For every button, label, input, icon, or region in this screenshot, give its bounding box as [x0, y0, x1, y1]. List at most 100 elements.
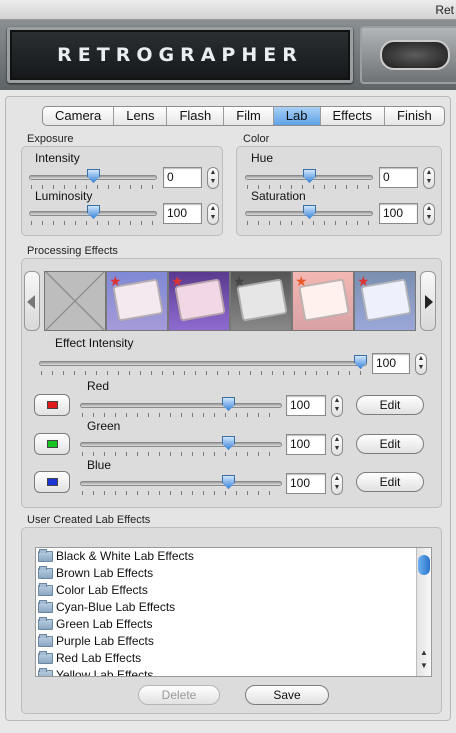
user-effects-list[interactable]: Black & White Lab Effects Brown Lab Effe…	[35, 547, 432, 677]
slider-ticks	[82, 452, 280, 456]
blue-swatch	[47, 478, 58, 486]
list-item[interactable]: Purple Lab Effects	[36, 633, 431, 650]
tab-flash[interactable]: Flash	[167, 107, 225, 125]
tab-finish[interactable]: Finish	[385, 107, 444, 125]
folder-icon	[38, 549, 53, 562]
effect-thumbnail[interactable]: ★	[292, 271, 354, 331]
green-edit-button[interactable]: Edit	[356, 434, 424, 454]
effect-thumbnail[interactable]: ★	[354, 271, 416, 331]
effect-thumbnail[interactable]: ★	[106, 271, 168, 331]
tab-camera[interactable]: Camera	[43, 107, 115, 125]
green-label: Green	[87, 419, 121, 433]
luminosity-field[interactable]: 100	[163, 203, 202, 224]
slider-knob[interactable]	[303, 169, 316, 183]
blue-label: Blue	[87, 458, 112, 472]
green-swatch	[47, 440, 58, 448]
processing-group-label: Processing Effects	[27, 245, 118, 257]
intensity-stepper[interactable]: ▲ ▼	[207, 167, 219, 189]
slider-ticks	[247, 221, 371, 225]
blue-field[interactable]: 100	[286, 473, 326, 494]
blue-slider[interactable]	[80, 475, 282, 498]
blue-stepper[interactable]: ▲ ▼	[331, 473, 343, 495]
slider-knob[interactable]	[222, 475, 235, 489]
camera-icon	[360, 26, 456, 84]
slider-knob[interactable]	[303, 205, 316, 219]
blue-color-button[interactable]	[34, 471, 70, 493]
list-item[interactable]: Cyan-Blue Lab Effects	[36, 599, 431, 616]
green-field[interactable]: 100	[286, 434, 326, 455]
scroll-up-icon[interactable]: ▲	[419, 648, 429, 657]
list-item[interactable]: Brown Lab Effects	[36, 565, 431, 582]
slider-knob[interactable]	[222, 436, 235, 450]
list-item[interactable]: Black & White Lab Effects	[36, 548, 431, 565]
hue-stepper[interactable]: ▲ ▼	[423, 167, 435, 189]
red-edit-button[interactable]: Edit	[356, 395, 424, 415]
folder-icon	[38, 617, 53, 630]
save-button[interactable]: Save	[245, 685, 329, 705]
green-slider[interactable]	[80, 436, 282, 459]
luminosity-label: Luminosity	[35, 189, 93, 203]
scroll-right-button[interactable]	[420, 271, 436, 331]
slider-track	[80, 403, 282, 408]
app-banner: RETROGRAPHER	[0, 20, 456, 90]
hue-label: Hue	[251, 151, 274, 165]
green-color-button[interactable]	[34, 433, 70, 455]
luminosity-slider[interactable]	[29, 205, 157, 228]
list-item[interactable]: Yellow Lab Effects	[36, 667, 431, 676]
slider-ticks	[82, 491, 280, 495]
star-icon: ★	[295, 273, 308, 289]
effect-intensity-stepper[interactable]: ▲ ▼	[415, 353, 427, 375]
hue-field[interactable]: 0	[379, 167, 418, 188]
slider-knob[interactable]	[222, 397, 235, 411]
intensity-field[interactable]: 0	[163, 167, 202, 188]
red-stepper[interactable]: ▲ ▼	[331, 395, 343, 417]
list-item[interactable]: Green Lab Effects	[36, 616, 431, 633]
red-slider[interactable]	[80, 397, 282, 420]
saturation-label: Saturation	[251, 189, 306, 203]
effect-intensity-slider[interactable]	[39, 355, 367, 378]
tab-effects[interactable]: Effects	[321, 107, 386, 125]
folder-icon	[38, 566, 53, 579]
scrollbar-thumb[interactable]	[418, 555, 430, 575]
scroll-down-icon[interactable]: ▼	[419, 661, 429, 670]
saturation-field[interactable]: 100	[379, 203, 418, 224]
red-color-button[interactable]	[34, 394, 70, 416]
arrow-right-icon	[425, 295, 433, 309]
red-field[interactable]: 100	[286, 395, 326, 416]
arrow-left-icon	[27, 295, 35, 309]
effect-thumbnail[interactable]: ★	[230, 271, 292, 331]
list-item-label: Cyan-Blue Lab Effects	[56, 600, 176, 614]
tab-bar: Camera Lens Flash Film Lab Effects Finis…	[42, 106, 445, 126]
slider-knob[interactable]	[87, 205, 100, 219]
effect-thumbnail-none[interactable]	[44, 271, 106, 331]
list-item[interactable]: Color Lab Effects	[36, 582, 431, 599]
list-scrollbar[interactable]: ▲ ▼	[416, 548, 431, 676]
slider-knob[interactable]	[354, 355, 367, 369]
red-label: Red	[87, 379, 110, 393]
window-titlebar[interactable]: Ret	[0, 0, 456, 20]
color-group-label: Color	[243, 133, 270, 145]
blue-edit-button[interactable]: Edit	[356, 472, 424, 492]
folder-icon	[38, 651, 53, 664]
star-icon: ★	[109, 273, 122, 289]
slider-knob[interactable]	[87, 169, 100, 183]
luminosity-stepper[interactable]: ▲ ▼	[207, 203, 219, 225]
tab-lens[interactable]: Lens	[114, 107, 168, 125]
tab-film[interactable]: Film	[224, 107, 274, 125]
delete-button[interactable]: Delete	[138, 685, 220, 705]
tab-lab[interactable]: Lab	[273, 107, 321, 125]
green-stepper[interactable]: ▲ ▼	[331, 434, 343, 456]
saturation-stepper[interactable]: ▲ ▼	[423, 203, 435, 225]
slider-track	[39, 361, 367, 366]
effect-thumbnail[interactable]: ★	[168, 271, 230, 331]
scroll-left-button[interactable]	[24, 271, 40, 331]
slider-ticks	[82, 413, 280, 417]
list-item-label: Purple Lab Effects	[56, 634, 154, 648]
star-icon: ★	[233, 273, 246, 289]
saturation-slider[interactable]	[245, 205, 373, 228]
effect-intensity-field[interactable]: 100	[372, 353, 410, 374]
folder-icon	[38, 668, 53, 676]
list-item-label: Red Lab Effects	[56, 651, 142, 665]
red-swatch	[47, 401, 58, 409]
list-item[interactable]: Red Lab Effects	[36, 650, 431, 667]
